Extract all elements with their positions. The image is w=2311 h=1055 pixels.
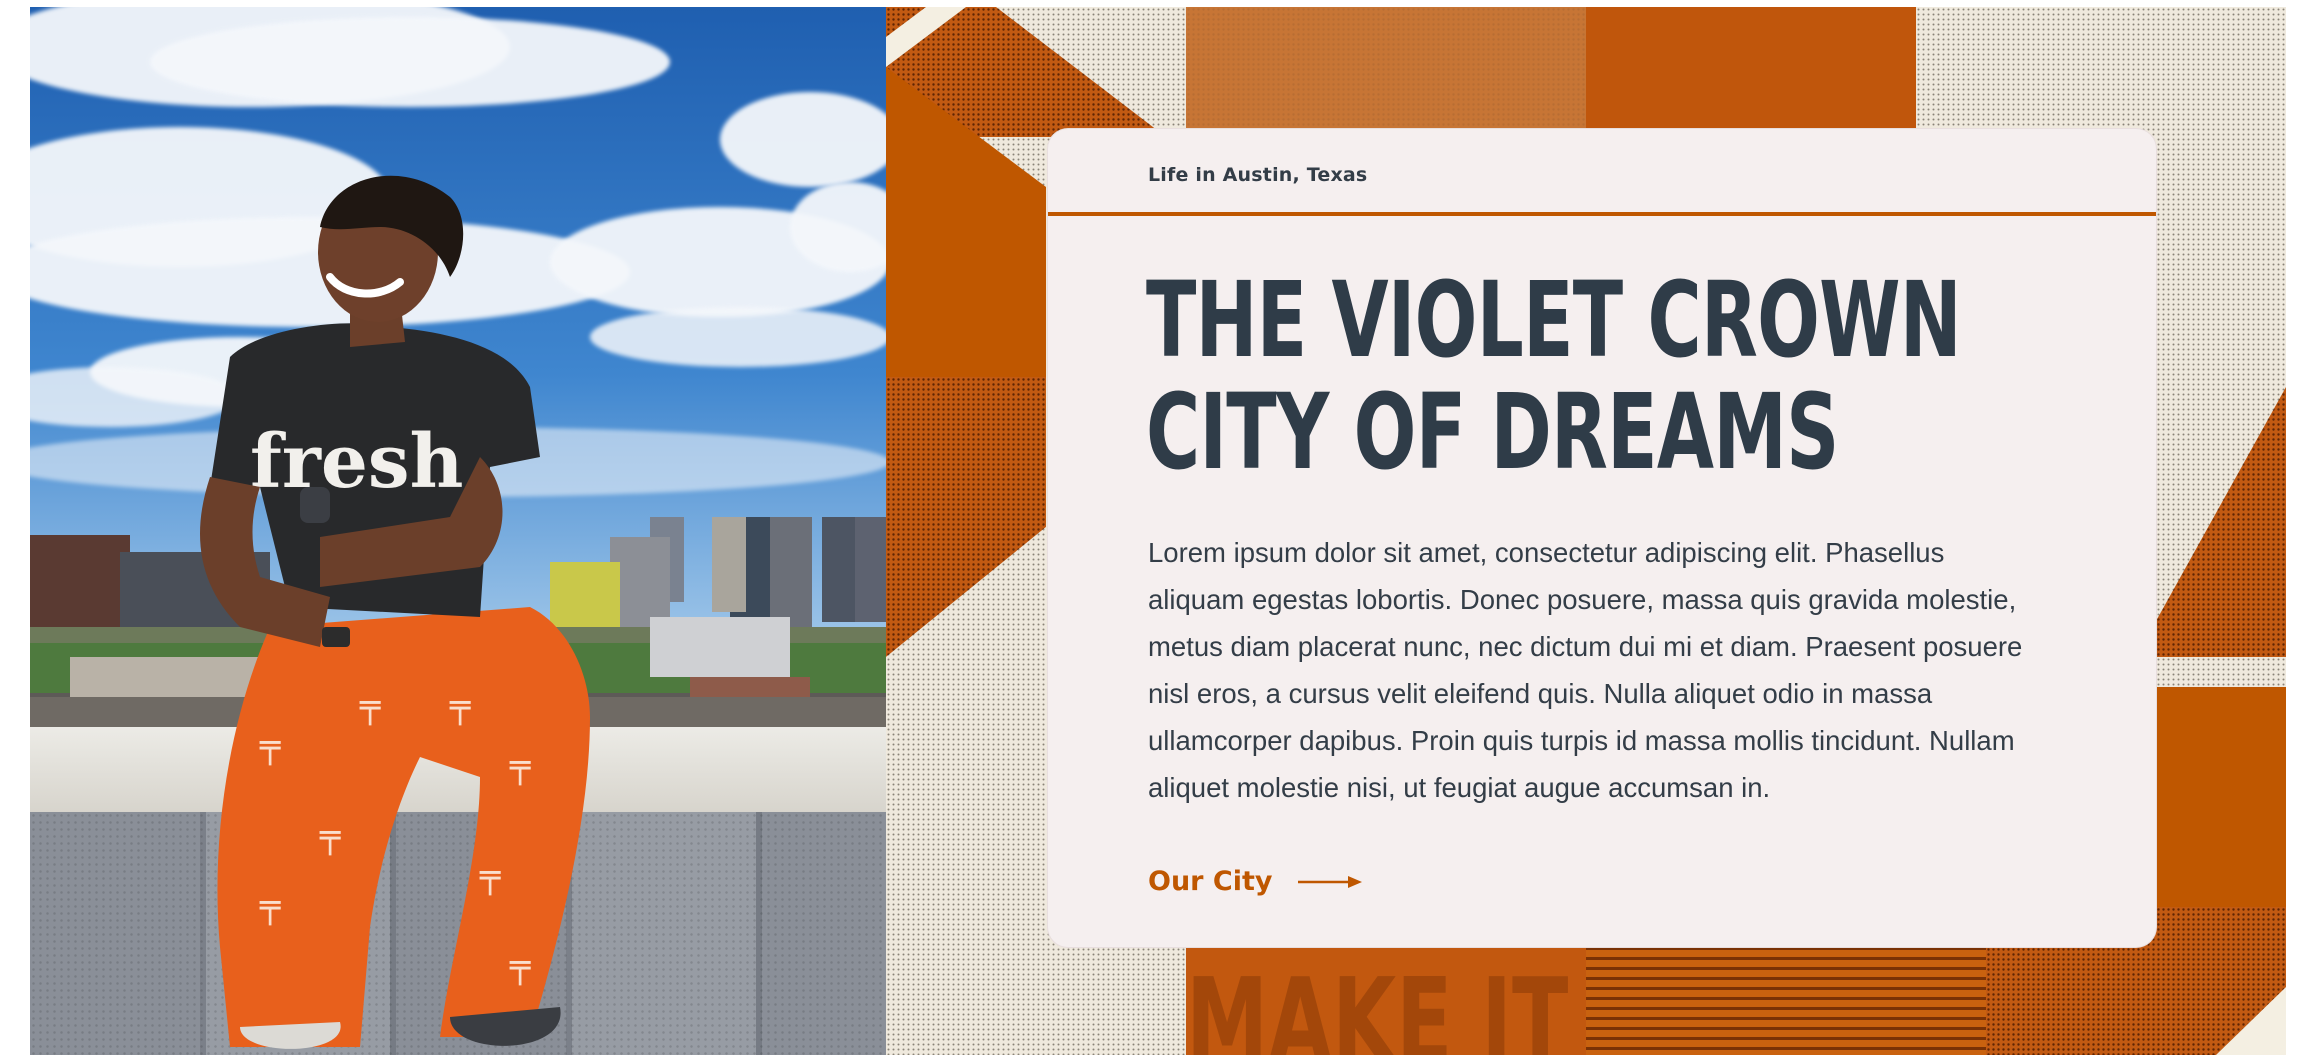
hero-body-text: Lorem ipsum dolor sit amet, consectetur … [1148, 537, 2023, 803]
hero-card: Life in Austin, Texas THE VIOLET CROWN C… [1048, 129, 2156, 947]
svg-text:╤: ╤ [359, 686, 381, 726]
person-illustration: ╤ ╤ ╤ ╤ ╤ ╤ ╤ ╤ fresh [200, 175, 590, 1049]
arrow-right-icon [1298, 875, 1363, 888]
svg-text:╤: ╤ [509, 746, 531, 786]
our-city-link-label: Our City [1148, 866, 1273, 897]
svg-text:╤: ╤ [259, 726, 281, 766]
shirt-print: fresh [250, 419, 463, 505]
headline-line-1: THE VIOLET CROWN [1146, 259, 1962, 381]
svg-text:╤: ╤ [509, 946, 531, 986]
eyebrow-label: Life in Austin, Texas [1148, 164, 1368, 186]
headline-line-2: CITY OF DREAMS [1146, 371, 1839, 493]
hero-photo: ╤ ╤ ╤ ╤ ╤ ╤ ╤ ╤ fresh [30, 7, 886, 1055]
svg-text:╤: ╤ [449, 686, 471, 726]
svg-text:╤: ╤ [319, 816, 341, 856]
divider-rule [1048, 212, 2156, 216]
svg-text:╤: ╤ [259, 886, 281, 926]
our-city-link[interactable]: Our City [1148, 866, 1363, 897]
svg-text:╤: ╤ [479, 856, 501, 896]
hero-headline: THE VIOLET CROWN CITY OF DREAMS [1146, 259, 1962, 493]
poster-text: MAKE IT [1186, 952, 1569, 1055]
